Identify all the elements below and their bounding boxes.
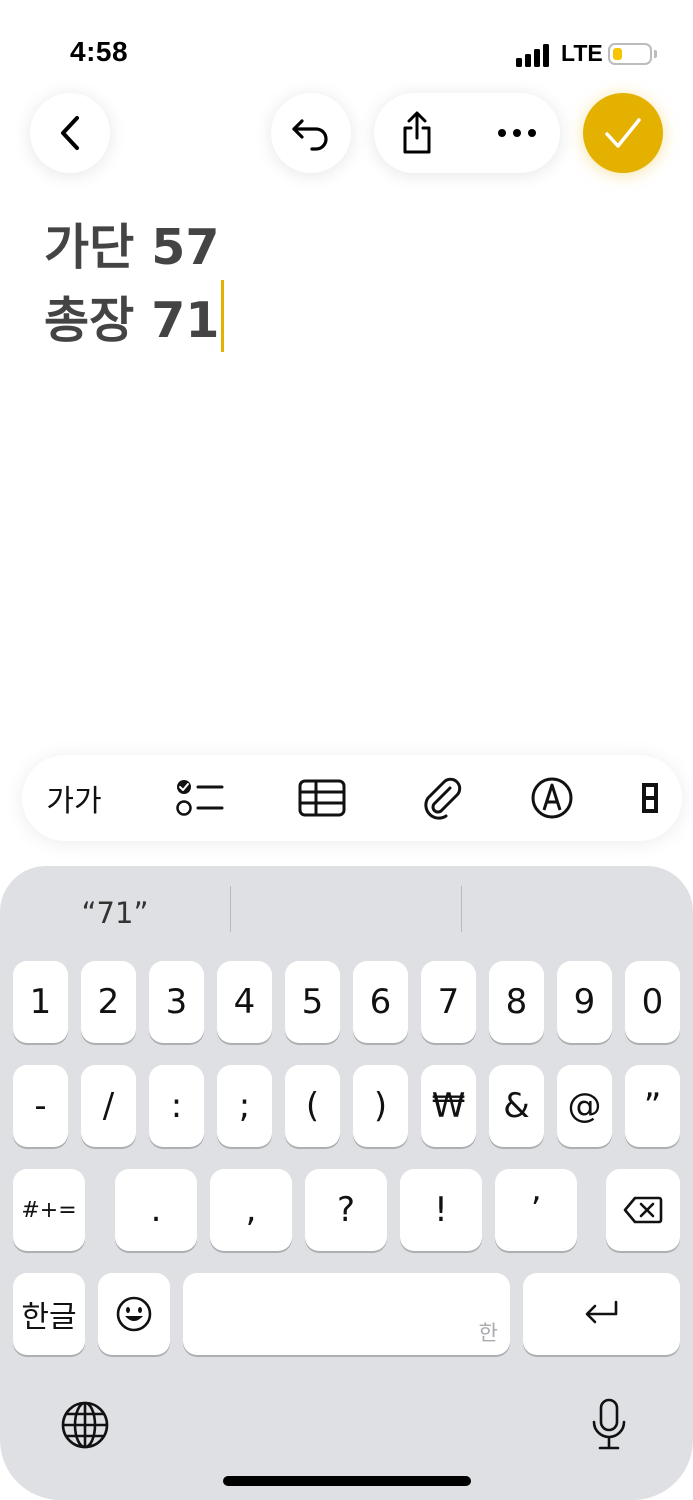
return-key[interactable] (523, 1273, 680, 1355)
key-7[interactable]: 7 (421, 961, 476, 1043)
text-style-label: 가가 (46, 784, 102, 819)
key-apostrophe[interactable]: ’ (495, 1169, 577, 1251)
attachment-button[interactable] (394, 755, 490, 841)
language-key[interactable]: 한글 (13, 1273, 85, 1355)
key-more-symbols[interactable]: #+= (13, 1169, 85, 1251)
globe-button[interactable] (59, 1399, 111, 1451)
battery-low-icon (608, 43, 652, 65)
checklist-icon (176, 780, 224, 816)
key-5[interactable]: 5 (285, 961, 340, 1043)
key-slash[interactable]: / (81, 1065, 136, 1147)
suggestion-3[interactable] (462, 889, 693, 937)
key-at[interactable]: @ (557, 1065, 612, 1147)
share-button[interactable] (374, 93, 460, 173)
space-key-hint: 한 (478, 1321, 498, 1345)
key-open-paren[interactable]: ( (285, 1065, 340, 1147)
key-1[interactable]: 1 (13, 961, 68, 1043)
key-period[interactable]: . (115, 1169, 197, 1251)
dictation-button[interactable] (588, 1396, 630, 1454)
markup-button[interactable] (504, 755, 600, 841)
apple-intelligence-icon (642, 783, 658, 813)
key-comma[interactable]: , (210, 1169, 292, 1251)
key-exclamation[interactable]: ! (400, 1169, 482, 1251)
text-caret (221, 280, 225, 352)
delete-key[interactable] (606, 1169, 680, 1251)
globe-icon (61, 1401, 109, 1449)
emoji-key[interactable] (98, 1273, 170, 1355)
format-toolbar: 가가 (22, 755, 682, 841)
network-type: LTE (561, 40, 603, 66)
key-9[interactable]: 9 (557, 961, 612, 1043)
status-time: 4:58 (70, 36, 129, 67)
key-semicolon[interactable]: ; (217, 1065, 272, 1147)
return-icon (585, 1300, 617, 1324)
table-button[interactable] (274, 755, 370, 841)
keyboard: “71” 1 2 3 4 5 6 7 8 9 0 - / : ; ( ) ₩ &… (0, 866, 693, 1500)
key-hyphen[interactable]: - (13, 1065, 68, 1147)
key-0[interactable]: 0 (625, 961, 680, 1043)
markup-pen-icon (531, 777, 573, 819)
undo-button[interactable] (271, 93, 351, 173)
key-6[interactable]: 6 (353, 961, 408, 1043)
key-3[interactable]: 3 (149, 961, 204, 1043)
apple-intelligence-button[interactable] (642, 755, 682, 841)
done-button[interactable] (583, 93, 663, 173)
key-8[interactable]: 8 (489, 961, 544, 1043)
checkmark-icon (605, 118, 641, 148)
key-quote[interactable]: ” (625, 1065, 680, 1147)
key-2[interactable]: 2 (81, 961, 136, 1043)
delete-icon (623, 1196, 663, 1224)
suggestion-1[interactable]: “71” (0, 889, 230, 937)
back-button[interactable] (30, 93, 110, 173)
share-icon (403, 111, 431, 154)
key-won[interactable]: ₩ (421, 1065, 476, 1147)
microphone-icon (592, 1398, 626, 1450)
note-line[interactable]: 가단 57 (44, 208, 219, 279)
signal-strength-icon (516, 43, 554, 67)
key-4[interactable]: 4 (217, 961, 272, 1043)
key-ampersand[interactable]: & (489, 1065, 544, 1147)
note-line-active[interactable]: 총장 71 (44, 280, 225, 352)
suggestion-2[interactable] (231, 889, 461, 937)
key-colon[interactable]: : (149, 1065, 204, 1147)
battery-nub (654, 50, 657, 58)
text-style-button[interactable]: 가가 (22, 755, 126, 841)
chevron-left-icon (61, 116, 79, 150)
key-question[interactable]: ? (305, 1169, 387, 1251)
table-icon (298, 779, 346, 817)
attachment-icon (424, 777, 462, 820)
space-key[interactable]: 한 (183, 1273, 510, 1355)
more-button[interactable] (474, 93, 560, 173)
note-line-text: 총장 71 (44, 291, 220, 349)
checklist-button[interactable] (152, 755, 248, 841)
home-indicator[interactable] (223, 1476, 471, 1486)
undo-icon (292, 119, 328, 151)
ellipsis-icon (498, 129, 536, 137)
key-close-paren[interactable]: ) (353, 1065, 408, 1147)
action-group (374, 93, 560, 173)
emoji-icon (116, 1296, 152, 1332)
